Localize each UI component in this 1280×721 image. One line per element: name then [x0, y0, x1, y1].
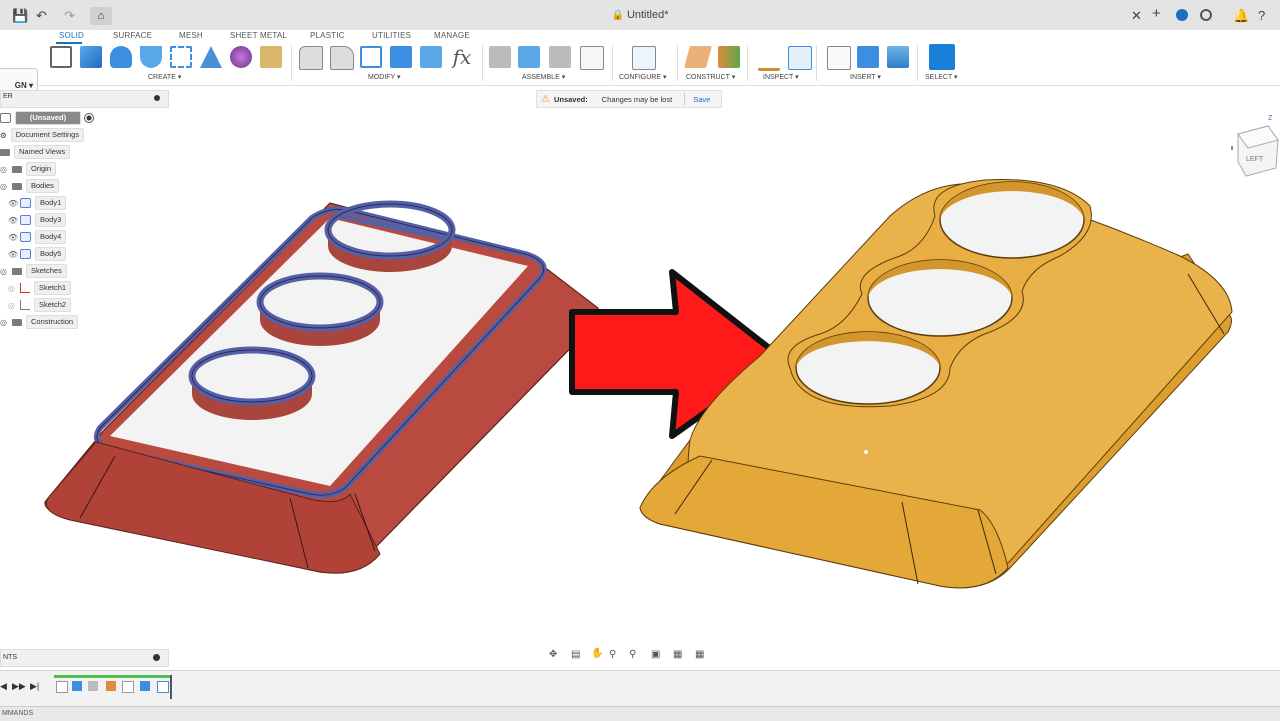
- revolve-icon[interactable]: [110, 46, 132, 68]
- active-tab-indicator: [56, 42, 82, 44]
- timeline-feature-revolve[interactable]: [88, 681, 98, 691]
- tab-manage[interactable]: MANAGE: [434, 31, 470, 40]
- joint-origin-icon[interactable]: [580, 46, 604, 70]
- timeline-feature-extrude[interactable]: [140, 681, 150, 691]
- timeline: ◀ ▶▶ ▶|: [0, 670, 1280, 707]
- red-shelled-body[interactable]: [44, 200, 599, 574]
- timeline-feature-sketch[interactable]: [56, 681, 68, 693]
- group-separator: [482, 45, 483, 81]
- comments-panel: NTS: [0, 649, 169, 667]
- insert-image-icon[interactable]: [887, 46, 909, 68]
- highlight: [864, 450, 868, 454]
- combine-icon[interactable]: [390, 46, 412, 68]
- viewports-icon[interactable]: ▦: [695, 649, 704, 660]
- create-sketch-icon[interactable]: [50, 46, 72, 68]
- timeline-marker[interactable]: [170, 675, 172, 699]
- tab-surface[interactable]: SURFACE: [113, 31, 152, 40]
- tab-sheet-metal[interactable]: SHEET METAL: [230, 31, 287, 40]
- group-modify[interactable]: MODIFY ▾: [368, 73, 401, 81]
- group-separator: [917, 45, 918, 81]
- navigation-bar: ✥ ▤ ✋ ⚲ ⚲ ▣ ▦ ▦: [545, 648, 715, 664]
- tab-mesh[interactable]: MESH: [179, 31, 203, 40]
- fit-icon[interactable]: ⚲: [629, 649, 636, 660]
- document-title: 🔒 Untitled*: [611, 9, 669, 21]
- derive-icon[interactable]: [260, 46, 282, 68]
- tab-solid[interactable]: SOLID: [59, 31, 84, 40]
- pattern-icon[interactable]: [170, 46, 192, 68]
- look-at-icon[interactable]: ▤: [571, 649, 580, 660]
- group-create[interactable]: CREATE ▾: [148, 73, 181, 81]
- as-built-joint-icon[interactable]: [549, 46, 571, 68]
- new-component-icon[interactable]: [489, 46, 511, 68]
- timeline-track: [54, 675, 172, 678]
- step-end-icon[interactable]: ▶|: [30, 681, 39, 692]
- tab-utilities[interactable]: UTILITIES: [372, 31, 411, 40]
- group-inspect[interactable]: INSPECT ▾: [763, 73, 799, 81]
- offset-plane-icon[interactable]: [684, 46, 712, 68]
- pan-icon[interactable]: ✋: [591, 648, 603, 659]
- bell-icon[interactable]: 🔔: [1233, 8, 1249, 24]
- play-icon[interactable]: ▶▶: [12, 681, 26, 692]
- measure-icon[interactable]: [758, 54, 780, 71]
- group-insert[interactable]: INSERT ▾: [850, 73, 881, 81]
- zoom-icon[interactable]: ⚲: [609, 649, 616, 660]
- extrude-icon[interactable]: [80, 46, 102, 68]
- shell-icon[interactable]: [360, 46, 382, 68]
- group-separator: [677, 45, 678, 81]
- add-tab-icon[interactable]: +: [1152, 5, 1161, 22]
- parameters-icon[interactable]: fx: [451, 46, 473, 68]
- lock-icon: 🔒: [611, 10, 624, 21]
- group-configure[interactable]: CONFIGURE ▾: [619, 73, 666, 81]
- yellow-solid-body[interactable]: [639, 179, 1233, 589]
- display-settings-icon[interactable]: ▣: [651, 649, 660, 660]
- viewcube[interactable]: LEFT Z: [1231, 115, 1279, 177]
- timeline-feature-plane[interactable]: [106, 681, 116, 691]
- insert-mesh-icon[interactable]: [857, 46, 879, 68]
- group-separator: [747, 45, 748, 81]
- orbit-icon[interactable]: ✥: [549, 649, 557, 660]
- hole-icon[interactable]: [140, 46, 162, 68]
- loft-icon[interactable]: [200, 46, 222, 68]
- timeline-feature-shell[interactable]: [157, 681, 169, 693]
- timeline-feature-sketch[interactable]: [122, 681, 134, 693]
- close-icon[interactable]: ✕: [1131, 8, 1142, 24]
- help-circle-icon[interactable]: ?: [1258, 8, 1265, 23]
- step-back-icon[interactable]: ◀: [0, 681, 7, 692]
- clock-icon[interactable]: [1200, 9, 1212, 21]
- group-select[interactable]: SELECT ▾: [925, 73, 958, 81]
- command-bar: MMANDS: [0, 706, 1280, 721]
- form-icon[interactable]: [230, 46, 252, 68]
- warning-icon: ⚠: [541, 93, 550, 105]
- configure-icon[interactable]: [632, 46, 656, 70]
- save-link[interactable]: Save: [693, 95, 710, 104]
- insert-derive-icon[interactable]: [827, 46, 851, 70]
- select-icon[interactable]: [929, 44, 955, 70]
- divider: [684, 93, 686, 105]
- fillet-icon[interactable]: [330, 46, 354, 70]
- tab-plastic[interactable]: PLASTIC: [310, 31, 345, 40]
- group-construct[interactable]: CONSTRUCT ▾: [686, 73, 735, 81]
- viewport-canvas[interactable]: LEFT Z: [0, 106, 1280, 646]
- joint-icon[interactable]: [518, 46, 540, 68]
- toolbar-ribbon: GN ▾ SOLID SURFACE MESH SHEET METAL PLAS…: [0, 30, 1280, 102]
- press-pull-icon[interactable]: [299, 46, 323, 70]
- grid-icon[interactable]: ▦: [673, 649, 682, 660]
- help-icon[interactable]: [1176, 9, 1188, 21]
- group-separator: [612, 45, 613, 81]
- group-assemble[interactable]: ASSEMBLE ▾: [522, 73, 565, 81]
- group-separator: [291, 45, 292, 81]
- timeline-feature-extrude[interactable]: [72, 681, 82, 691]
- title-bar: 💾 ↶ ↷ ⌂ 🔒 Untitled* ✕ + 🔔 ?: [0, 0, 1280, 31]
- move-icon[interactable]: [420, 46, 442, 68]
- viewcube-face-label: LEFT: [1246, 156, 1264, 163]
- midplane-icon[interactable]: [718, 46, 740, 68]
- group-separator: [816, 45, 817, 81]
- add-comment-icon[interactable]: [153, 654, 160, 661]
- viewcube-axis-label: Z: [1268, 115, 1273, 122]
- section-analysis-icon[interactable]: [788, 46, 812, 70]
- collapse-icon[interactable]: [154, 95, 160, 101]
